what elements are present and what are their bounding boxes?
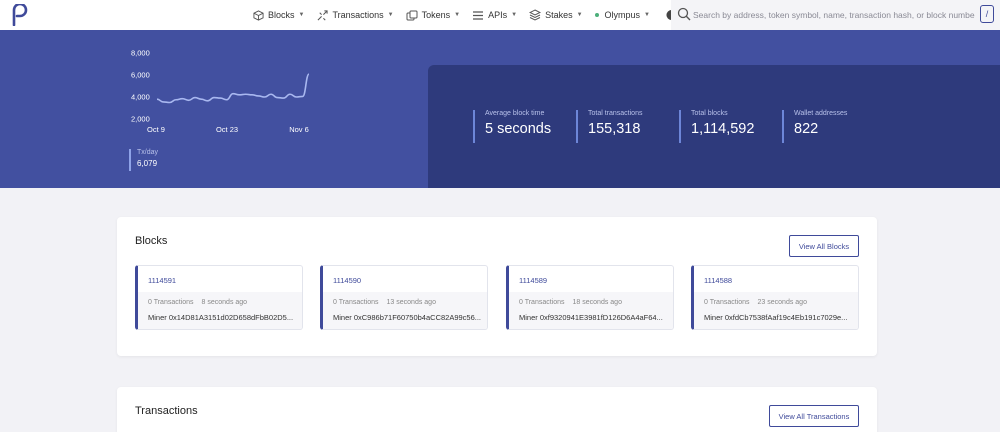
block-tx-count-text: 0 Transactions xyxy=(148,299,194,306)
block-meta: 0 Transactions 8 seconds ago Miner 0x14D8… xyxy=(138,292,302,329)
nav-item-blocks[interactable]: Blocks ▼ xyxy=(252,9,304,21)
transactions-card: Transactions View All Transactions xyxy=(117,387,877,432)
block-miner[interactable]: Miner 0xf9320941E3981fD126D6A4aF64... xyxy=(519,313,671,322)
view-all-transactions-button[interactable]: View All Transactions xyxy=(769,405,859,427)
block-meta: 0 Transactions 13 seconds ago Miner 0xC98… xyxy=(323,292,487,329)
block-number-link[interactable]: 1114588 xyxy=(704,276,732,285)
block-tile[interactable]: 1114588 0 Transactions 23 seconds ago Min… xyxy=(691,265,859,330)
block-age: 8 seconds ago xyxy=(201,299,248,306)
stat-total-transactions: Total transactions 155,318 xyxy=(576,110,642,143)
stats-panel: Average block time 5 seconds Total trans… xyxy=(428,65,1000,188)
block-tile[interactable]: 1114590 0 Transactions 13 seconds ago Min… xyxy=(320,265,488,330)
tx-per-day-chart: 8,000 6,000 4,000 2,000Oct 9 Oct 23 Nov 6 xyxy=(131,49,310,134)
stat-label: Wallet addresses xyxy=(794,110,848,117)
nav-item-stakes[interactable]: Stakes ▼ xyxy=(529,9,583,21)
x-tick-label: Oct 9 xyxy=(147,125,165,134)
block-tx-count: 0 Transactions 23 seconds ago xyxy=(704,299,807,306)
block-age: 23 seconds ago xyxy=(757,299,807,306)
network-selector[interactable]: Olympus ▼ xyxy=(594,10,650,20)
stat-value: 5 seconds xyxy=(485,121,552,137)
stat-label: Total blocks xyxy=(691,110,728,117)
x-tick-label: Nov 6 xyxy=(289,125,309,134)
list-icon xyxy=(472,9,484,21)
block-tx-count-text: 0 Transactions xyxy=(704,299,750,306)
block-miner[interactable]: Miner 0xC986b71F60750b4aCC82A99c56... xyxy=(333,313,485,322)
tokens-icon xyxy=(406,9,418,21)
navbar: Blocks ▼ Transactions ▼ Tokens ▼ APIs ▼ xyxy=(0,0,1000,30)
nav-item-label: Transactions xyxy=(332,10,384,20)
block-tx-count-text: 0 Transactions xyxy=(333,299,379,306)
txday-label: Tx/day xyxy=(137,149,159,156)
search-input[interactable] xyxy=(693,5,975,25)
block-number-link[interactable]: 1114590 xyxy=(333,276,361,285)
logo-icon[interactable] xyxy=(10,4,28,26)
search-shortcut-key: / xyxy=(980,5,994,23)
block-tx-count: 0 Transactions 13 seconds ago xyxy=(333,299,436,306)
stat-value: 1,114,592 xyxy=(691,121,755,137)
block-age: 13 seconds ago xyxy=(386,299,436,306)
search-bar xyxy=(671,0,1000,30)
hero-banner: 8,000 6,000 4,000 2,000 Oct 9 Oct 23 Nov 6 Tx/… xyxy=(0,30,1000,188)
block-tx-count: 0 Transactions 8 seconds ago xyxy=(148,299,247,306)
stat-value: 822 xyxy=(794,121,819,137)
block-tx-count: 0 Transactions 18 seconds ago xyxy=(519,299,622,306)
chevron-down-icon: ▼ xyxy=(454,12,461,18)
stat-total-blocks: Total blocks 1,114,592 xyxy=(679,110,754,143)
stat-wallet-addresses: Wallet addresses 822 xyxy=(782,110,847,143)
x-tick-label: Oct 23 xyxy=(216,125,238,134)
nav-item-transactions[interactable]: Transactions ▼ xyxy=(316,9,394,21)
stat-label: Average block time xyxy=(485,110,545,117)
y-tick-label: 4,000 xyxy=(131,93,150,102)
blocks-card: Blocks View All Blocks 1114591 0 Transac… xyxy=(117,217,877,356)
stat-value: 155,318 xyxy=(588,121,641,137)
y-tick-label: 2,000 xyxy=(131,115,150,124)
chevron-down-icon: ▼ xyxy=(387,12,394,18)
y-tick-label: 8,000 xyxy=(131,49,150,58)
block-miner[interactable]: Miner 0x14D81A3151d02D658dFbB02D5... xyxy=(148,313,300,322)
view-all-blocks-button[interactable]: View All Blocks xyxy=(789,235,859,257)
nav-item-label: Stakes xyxy=(545,10,573,20)
transactions-title: Transactions xyxy=(135,405,198,417)
nav-item-tokens[interactable]: Tokens ▼ xyxy=(406,9,460,21)
block-tile[interactable]: 1114591 0 Transactions 8 seconds ago Mine… xyxy=(135,265,303,330)
txday-value: 6,079 xyxy=(137,159,158,168)
layers-icon xyxy=(529,9,542,21)
block-miner[interactable]: Miner 0xfdCb7538fAaf19c4Eb191c7029e... xyxy=(704,313,856,322)
nav-item-apis[interactable]: APIs ▼ xyxy=(472,9,517,21)
nav-item-label: APIs xyxy=(488,10,508,20)
cube-icon xyxy=(252,9,264,21)
block-number-link[interactable]: 1114589 xyxy=(519,276,547,285)
block-meta: 0 Transactions 18 seconds ago Miner 0xf93… xyxy=(509,292,673,329)
chevron-down-icon: ▼ xyxy=(511,12,518,18)
nav-menu: Blocks ▼ Transactions ▼ Tokens ▼ APIs ▼ xyxy=(252,0,678,30)
stat-average-block-time: Average block time 5 seconds xyxy=(473,110,551,143)
blocks-title: Blocks xyxy=(135,235,168,247)
search-icon xyxy=(677,7,691,21)
nav-item-label: Blocks xyxy=(268,10,295,20)
chevron-down-icon: ▼ xyxy=(644,12,650,18)
chevron-down-icon: ▼ xyxy=(298,12,305,18)
transactions-icon xyxy=(316,9,328,21)
network-label: Olympus xyxy=(604,10,641,20)
y-tick-label: 6,000 xyxy=(131,71,150,80)
nav-item-label: Tokens xyxy=(421,10,451,20)
block-meta: 0 Transactions 23 seconds ago Miner 0xfdC… xyxy=(694,292,858,329)
block-age: 18 seconds ago xyxy=(572,299,622,306)
block-tile[interactable]: 1114589 0 Transactions 18 seconds ago Min… xyxy=(506,265,674,330)
chevron-down-icon: ▼ xyxy=(576,12,583,18)
stat-label: Total transactions xyxy=(588,110,643,117)
block-number-link[interactable]: 1114591 xyxy=(148,276,176,285)
txday-stat: Tx/day 6,079 xyxy=(129,149,158,171)
block-tx-count-text: 0 Transactions xyxy=(519,299,565,306)
series-line xyxy=(156,73,310,104)
network-status-dot xyxy=(594,13,599,17)
